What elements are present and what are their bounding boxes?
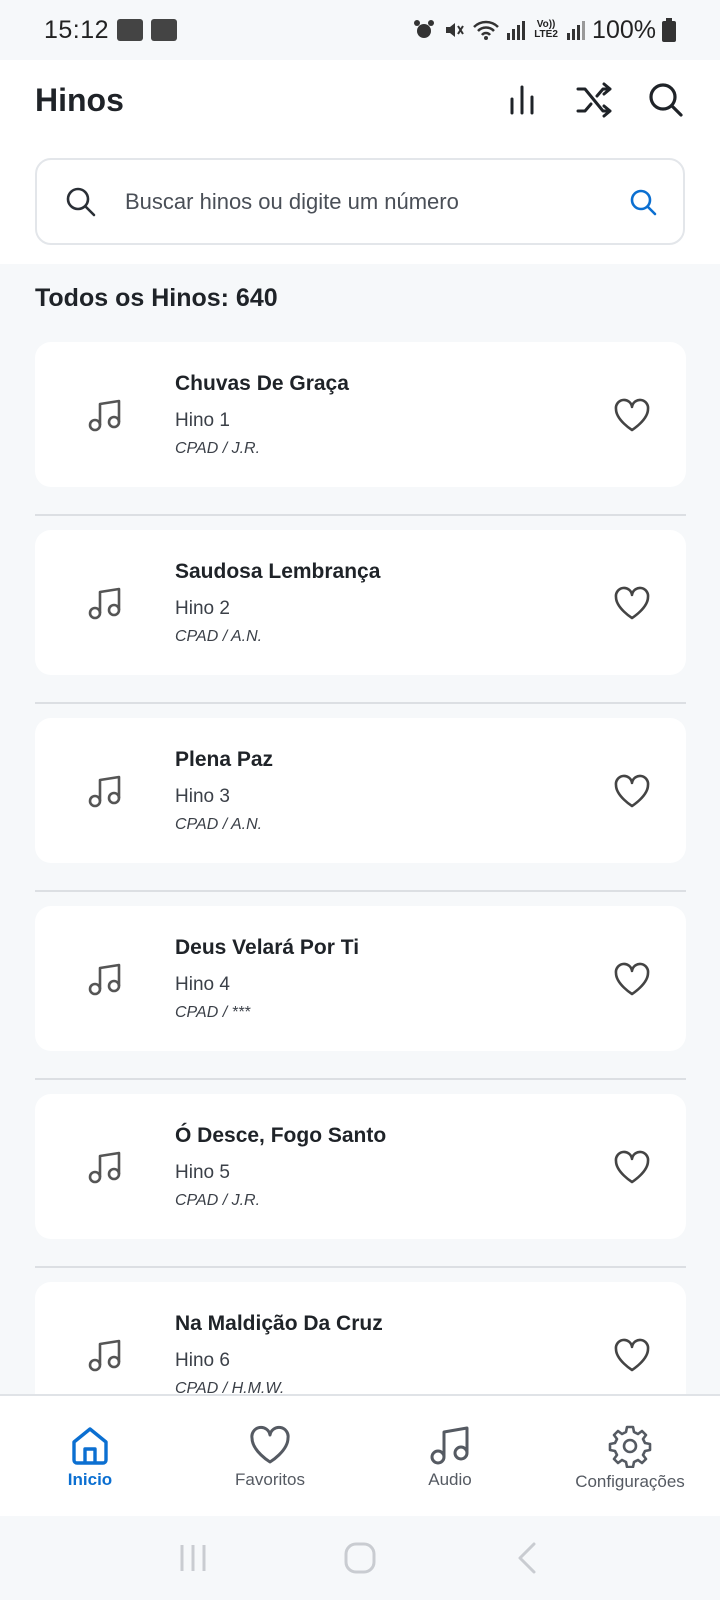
hymn-card[interactable]: Deus Velará Por Ti Hino 4 CPAD / *** — [35, 906, 686, 1051]
system-navigation-bar — [0, 1516, 720, 1600]
search-input[interactable] — [125, 188, 603, 215]
heart-icon — [614, 962, 650, 995]
hymn-author: CPAD / H.M.W. — [175, 1379, 285, 1396]
search-icon — [649, 83, 683, 117]
hymn-title: Saudosa Lembrança — [175, 559, 381, 583]
status-bar: 15:12 Vo)) LTE2 100% — [0, 0, 720, 60]
favorite-button[interactable] — [592, 397, 672, 433]
nav-label: Audio — [428, 1470, 472, 1489]
list-item: Plena Paz Hino 3 CPAD / A.N. — [35, 704, 686, 892]
page-title: Hinos — [35, 82, 124, 118]
signal-icon — [506, 19, 526, 41]
notification-icon-2 — [151, 19, 178, 41]
gear-icon — [608, 1425, 652, 1468]
wifi-icon — [472, 18, 500, 42]
favorite-button[interactable] — [592, 773, 672, 809]
search-submit-button[interactable] — [603, 187, 683, 217]
hymn-list[interactable]: Chuvas De Graça Hino 1 CPAD / J.R. Saudo… — [35, 342, 686, 1395]
nav-label: Favoritos — [235, 1470, 305, 1489]
hymn-card[interactable]: Na Maldição Da Cruz Hino 6 CPAD / H.M.W. — [35, 1282, 686, 1395]
music-note-icon — [35, 1149, 175, 1185]
heart-icon — [614, 1150, 650, 1183]
music-note-icon — [35, 585, 175, 621]
music-note-icon — [35, 1337, 175, 1373]
header-actions — [502, 80, 686, 120]
search-icon — [630, 189, 657, 215]
shuffle-icon — [576, 82, 612, 118]
hymn-card[interactable]: Chuvas De Graça Hino 1 CPAD / J.R. — [35, 342, 686, 487]
notification-icon — [117, 19, 144, 41]
hymn-number: Hino 3 — [175, 785, 230, 807]
heart-icon — [250, 1425, 290, 1464]
hymn-title: Plena Paz — [175, 747, 274, 771]
music-note-icon — [35, 773, 175, 809]
heart-icon — [614, 774, 650, 807]
heart-icon — [614, 586, 650, 619]
home-icon — [72, 1427, 108, 1465]
hymn-card[interactable]: Plena Paz Hino 3 CPAD / A.N. — [35, 718, 686, 863]
hymn-author: CPAD / A.N. — [175, 815, 263, 833]
home-button[interactable] — [330, 1533, 390, 1583]
recent-apps-icon — [180, 1545, 206, 1571]
hymn-number: Hino 2 — [175, 597, 230, 619]
mute-icon — [442, 18, 466, 42]
heart-icon — [614, 1338, 650, 1371]
hymn-count-title: Todos os Hinos: 640 — [35, 284, 278, 312]
back-icon — [518, 1542, 536, 1574]
list-item: Saudosa Lembrança Hino 2 CPAD / A.N. — [35, 516, 686, 704]
battery-percent: 100% — [592, 15, 656, 44]
hymn-title: Na Maldição Da Cruz — [175, 1311, 383, 1335]
list-item: Na Maldição Da Cruz Hino 6 CPAD / H.M.W. — [35, 1268, 686, 1395]
home-circle-icon — [344, 1542, 376, 1574]
signal-icon-2 — [566, 19, 586, 41]
recent-apps-button[interactable] — [163, 1533, 223, 1583]
list-item: Chuvas De Graça Hino 1 CPAD / J.R. — [35, 342, 686, 516]
nav-label: Configurações — [575, 1472, 685, 1491]
nav-home[interactable]: Inicio — [0, 1396, 180, 1516]
battery-icon — [662, 18, 676, 42]
search-bar — [35, 158, 685, 245]
nav-audio[interactable]: Audio — [360, 1396, 540, 1516]
hymn-title: Chuvas De Graça — [175, 371, 349, 395]
hymn-card[interactable]: Saudosa Lembrança Hino 2 CPAD / A.N. — [35, 530, 686, 675]
music-note-icon — [35, 961, 175, 997]
hymn-author: CPAD / A.N. — [175, 627, 263, 645]
hymn-number: Hino 1 — [175, 409, 230, 431]
search-button[interactable] — [646, 80, 686, 120]
back-button[interactable] — [497, 1533, 557, 1583]
favorite-button[interactable] — [592, 961, 672, 997]
hymn-number: Hino 6 — [175, 1349, 230, 1371]
heart-icon — [614, 398, 650, 431]
app-header: Hinos — [0, 60, 720, 264]
list-item: Ó Desce, Fogo Santo Hino 5 CPAD / J.R. — [35, 1080, 686, 1268]
favorite-button[interactable] — [592, 1149, 672, 1185]
hymn-number: Hino 5 — [175, 1161, 230, 1183]
search-icon — [37, 186, 125, 218]
hymn-author: CPAD / J.R. — [175, 439, 261, 457]
hymn-number: Hino 4 — [175, 973, 230, 995]
alarm-icon — [412, 18, 436, 42]
favorite-button[interactable] — [592, 585, 672, 621]
music-note-icon — [35, 397, 175, 433]
volte-label: Vo)) LTE2 — [534, 19, 558, 40]
nav-label: Inicio — [67, 1470, 113, 1489]
music-note-icon — [430, 1426, 469, 1465]
list-item: Deus Velará Por Ti Hino 4 CPAD / *** — [35, 892, 686, 1080]
shuffle-button[interactable] — [574, 80, 614, 120]
hymn-card[interactable]: Ó Desce, Fogo Santo Hino 5 CPAD / J.R. — [35, 1094, 686, 1239]
hymn-author: CPAD / J.R. — [175, 1191, 261, 1209]
bottom-navigation: Inicio Favoritos Audio Configurações — [0, 1394, 720, 1516]
hymn-title: Deus Velará Por Ti — [175, 935, 360, 959]
hymn-title: Ó Desce, Fogo Santo — [175, 1123, 387, 1147]
favorite-button[interactable] — [592, 1337, 672, 1373]
status-time: 15:12 — [44, 15, 110, 44]
nav-favorites[interactable]: Favoritos — [180, 1396, 360, 1516]
nav-settings[interactable]: Configurações — [540, 1396, 720, 1516]
hymn-author: CPAD / *** — [175, 1003, 251, 1021]
stats-button[interactable] — [502, 80, 542, 120]
bar-chart-icon — [510, 85, 534, 115]
